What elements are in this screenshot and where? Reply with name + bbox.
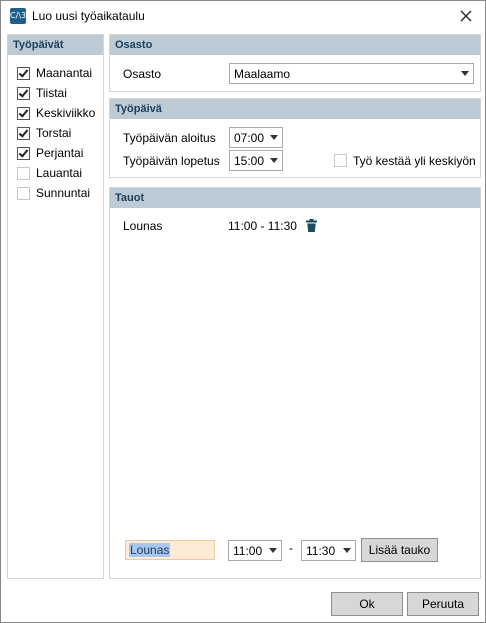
close-button[interactable] [451,3,481,29]
chevron-down-icon [461,71,469,76]
weekdays-panel: Työpäivät Maanantai Tiistai Keskiviikko … [7,34,104,579]
calendar-app-icon: C/\3 [10,8,26,24]
weekday-item-friday[interactable]: Perjantai [8,143,103,163]
department-select[interactable]: Maalaamo [229,63,474,84]
trash-icon[interactable] [306,219,317,232]
workday-start-label: Työpäivän aloitus [123,131,216,145]
breaks-header: Tauot [110,188,480,208]
breaks-panel: Tauot Lounas 11:00 - 11:30 Lounas 11:00 … [109,187,481,579]
break-name-input-value: Lounas [129,543,171,557]
weekdays-header: Työpäivät [8,35,103,55]
weekday-label: Tiistai [36,86,67,100]
workday-end-value: 15:00 [234,154,265,168]
saturday-checkbox[interactable] [17,167,30,180]
check-icon [18,107,29,118]
time-separator: - [289,541,293,555]
break-end-select[interactable]: 11:30 [301,540,356,561]
workday-end-select[interactable]: 15:00 [229,150,283,171]
check-icon [18,87,29,98]
close-icon [460,10,472,22]
chevron-down-icon [343,548,351,553]
cancel-button[interactable]: Peruuta [407,592,479,616]
break-start-value: 11:00 [233,544,263,558]
weekday-item-sunday[interactable]: Sunnuntai [8,183,103,203]
weekday-label: Lauantai [36,166,83,180]
break-start-select[interactable]: 11:00 [228,540,282,561]
overnight-label: Työ kestää yli keskiyön [353,154,476,168]
thursday-checkbox[interactable] [17,127,30,140]
break-end-value: 11:30 [306,544,336,558]
weekday-label: Keskiviikko [36,106,96,120]
check-icon [18,127,29,138]
break-name: Lounas [123,219,163,233]
dialog-window: C/\3 Luo uusi työaikataulu Työpäivät Maa… [0,0,486,623]
chevron-down-icon [270,135,278,140]
weekday-item-saturday[interactable]: Lauantai [8,163,103,183]
weekday-item-tuesday[interactable]: Tiistai [8,83,103,103]
friday-checkbox[interactable] [17,147,30,160]
sunday-checkbox[interactable] [17,187,30,200]
title-bar: C/\3 Luo uusi työaikataulu [1,1,485,31]
weekday-label: Maanantai [36,66,93,80]
department-header: Osasto [110,35,480,55]
chevron-down-icon [270,158,278,163]
check-icon [18,67,29,78]
check-icon [18,147,29,158]
workday-start-value: 07:00 [234,131,265,145]
add-break-button[interactable]: Lisää tauko [361,538,438,562]
break-time: 11:00 - 11:30 [228,219,297,233]
window-title: Luo uusi työaikataulu [32,9,145,23]
weekday-item-monday[interactable]: Maanantai [8,63,103,83]
tuesday-checkbox[interactable] [17,87,30,100]
weekday-label: Torstai [36,126,72,140]
break-name-input[interactable]: Lounas [125,540,215,560]
wednesday-checkbox[interactable] [17,107,30,120]
department-label: Osasto [123,67,162,81]
workday-panel: Työpäivä Työpäivän aloitus 07:00 Työpäiv… [109,98,481,178]
overnight-checkbox[interactable] [334,154,347,167]
workday-start-select[interactable]: 07:00 [229,127,283,148]
ok-button[interactable]: Ok [331,592,403,616]
department-value: Maalaamo [234,67,291,81]
chevron-down-icon [269,548,277,553]
workday-end-label: Työpäivän lopetus [123,154,220,168]
department-panel: Osasto Osasto Maalaamo [109,34,481,92]
workday-header: Työpäivä [110,99,480,119]
weekday-label: Sunnuntai [36,186,91,200]
monday-checkbox[interactable] [17,67,30,80]
weekday-list: Maanantai Tiistai Keskiviikko Torstai Pe… [8,55,103,203]
weekday-label: Perjantai [36,146,84,160]
weekday-item-wednesday[interactable]: Keskiviikko [8,103,103,123]
weekday-item-thursday[interactable]: Torstai [8,123,103,143]
